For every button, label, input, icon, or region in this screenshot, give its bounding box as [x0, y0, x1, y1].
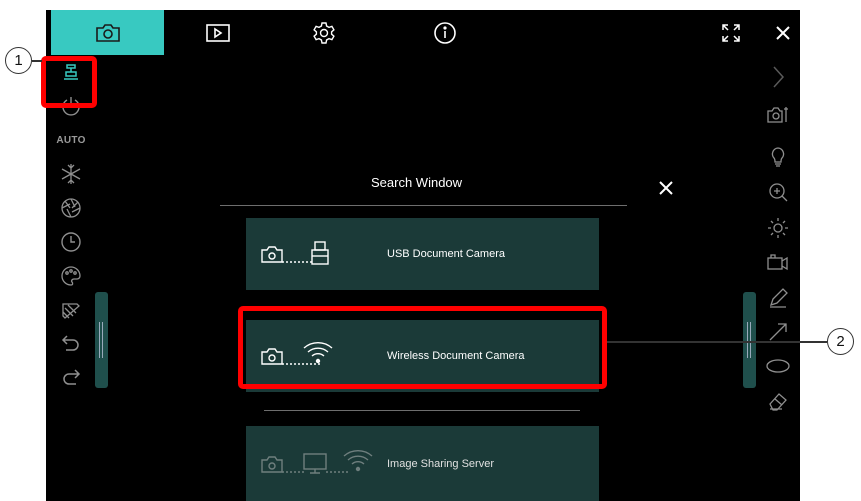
ellipse-icon: [766, 359, 790, 373]
eraser-icon: [769, 393, 787, 411]
highlight-box-1: [41, 56, 97, 108]
camera-icon: [95, 23, 120, 42]
tab-settings[interactable]: [304, 10, 344, 55]
ellipse-button[interactable]: [758, 349, 798, 383]
arrow-button[interactable]: [758, 315, 798, 349]
freeze-button[interactable]: [51, 157, 91, 191]
option-label: USB Document Camera: [387, 248, 505, 260]
dialog-title: Search Window: [371, 175, 463, 190]
settings-gear-icon: [313, 21, 335, 44]
pen-button[interactable]: [758, 281, 798, 315]
record-icon: [767, 254, 788, 271]
zoom-in-button[interactable]: [758, 175, 798, 209]
top-bar: [46, 10, 800, 55]
auto-label: AUTO: [56, 134, 86, 146]
handle-grip: [102, 322, 103, 358]
callout-number-1: 1: [5, 47, 32, 74]
record-button[interactable]: [758, 245, 798, 279]
camera-monitor-wifi-icon: [261, 449, 373, 474]
pen-icon: [769, 288, 788, 308]
auto-focus-button[interactable]: AUTO: [51, 123, 91, 157]
fullscreen-button[interactable]: [711, 10, 751, 55]
close-icon: [659, 181, 673, 195]
chevron-right-icon: [773, 66, 785, 88]
mask-button[interactable]: [51, 293, 91, 327]
lamp-button[interactable]: [758, 140, 798, 174]
search-window-close-button[interactable]: [658, 180, 678, 200]
dialog-divider: [220, 205, 627, 206]
handle-grip: [750, 322, 751, 358]
collapse-toolbar-button[interactable]: [758, 60, 798, 94]
info-icon: [434, 21, 456, 44]
undo-icon: [61, 335, 79, 351]
freeze-icon: [61, 164, 81, 184]
timer-icon: [61, 232, 81, 252]
timer-button[interactable]: [51, 225, 91, 259]
app-window: AUTO Search Window USB Document Camera W…: [46, 10, 800, 501]
callout-leader-line-2: [607, 341, 827, 343]
lamp-icon: [771, 147, 785, 167]
arrow-icon: [769, 323, 787, 341]
camera-settings-icon: [767, 107, 788, 123]
brightness-icon: [768, 218, 788, 238]
option-icons: [260, 426, 378, 501]
palette-button[interactable]: [51, 259, 91, 293]
brightness-button[interactable]: [758, 211, 798, 245]
fullscreen-icon: [722, 23, 740, 42]
eraser-button[interactable]: [758, 383, 798, 417]
tab-playback[interactable]: [198, 10, 238, 55]
zoom-in-icon: [769, 183, 788, 202]
aperture-button[interactable]: [51, 191, 91, 225]
palette-icon: [61, 266, 81, 286]
camera-usb-icon: [261, 241, 329, 265]
option-icons: [260, 218, 340, 290]
handle-grip: [747, 322, 748, 358]
option-label: Image Sharing Server: [387, 457, 494, 470]
camera-settings-button[interactable]: [758, 98, 798, 132]
close-icon: [776, 25, 790, 40]
tab-info[interactable]: [425, 10, 465, 55]
image-sharing-server-option[interactable]: Image Sharing Server: [246, 426, 599, 501]
dialog-divider: [264, 410, 580, 411]
right-panel-handle[interactable]: [743, 292, 756, 388]
left-panel-handle[interactable]: [95, 292, 108, 388]
usb-document-camera-option[interactable]: USB Document Camera: [246, 218, 599, 290]
undo-button[interactable]: [51, 327, 91, 361]
close-app-button[interactable]: [763, 10, 800, 55]
playback-icon: [206, 23, 230, 42]
aperture-icon: [61, 198, 81, 218]
highlight-box-2: [238, 306, 607, 389]
handle-grip: [99, 322, 100, 358]
redo-button[interactable]: [51, 361, 91, 395]
tab-camera[interactable]: [51, 10, 164, 55]
callout-leader-line-1: [32, 60, 42, 62]
redo-icon: [63, 369, 81, 385]
callout-number-2: 2: [827, 328, 854, 355]
mask-icon: [62, 303, 80, 319]
